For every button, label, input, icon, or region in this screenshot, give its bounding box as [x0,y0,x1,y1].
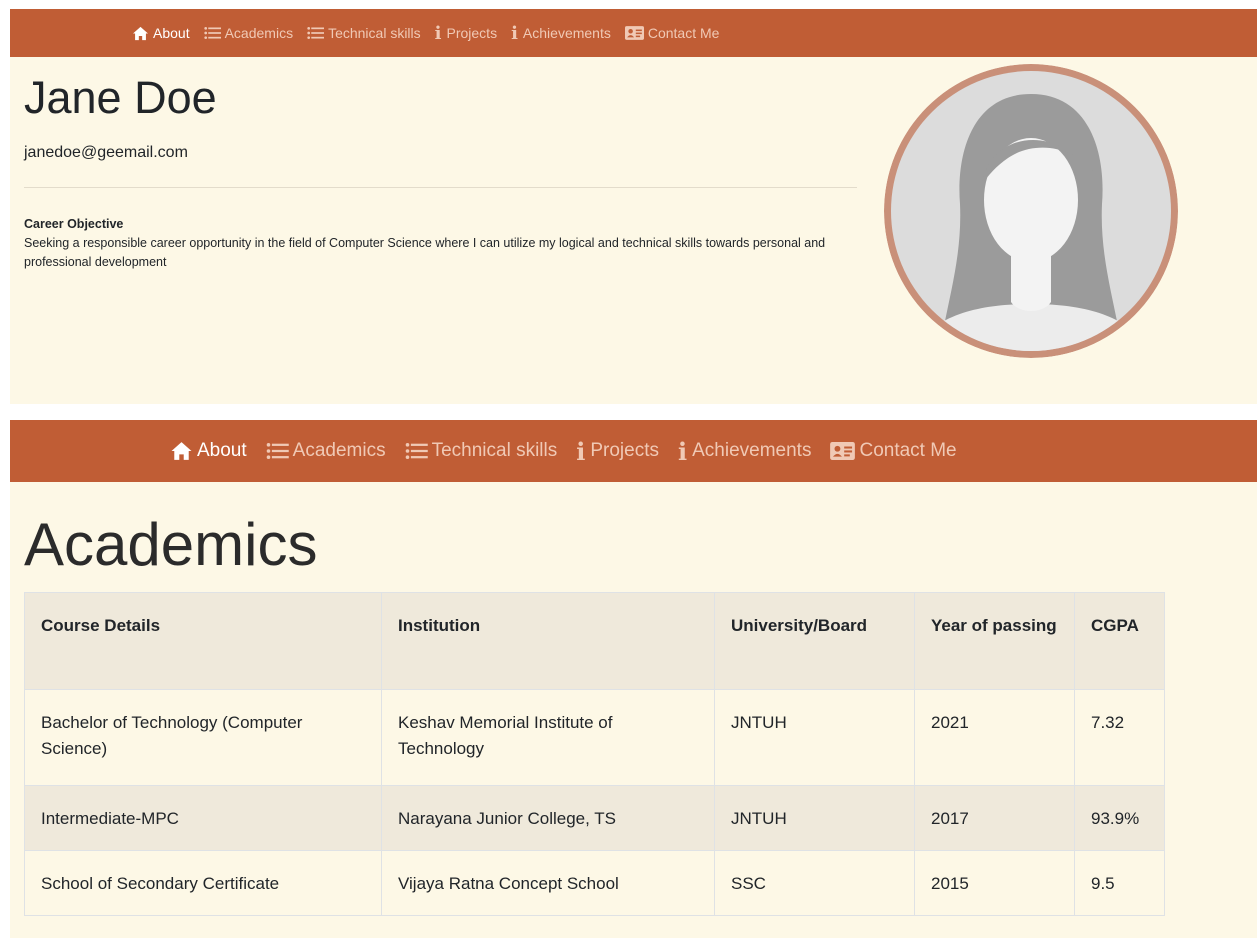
table-row: Intermediate-MPC Narayana Junior College… [24,785,1165,851]
career-objective-text: Seeking a responsible career opportunity… [24,236,826,269]
info-icon: i [576,436,586,466]
cell-board: SSC [714,850,915,916]
navbar: About Academics Technical skills i Proje… [10,420,1257,482]
table-row: School of Secondary Certificate Vijaya R… [24,850,1165,916]
list-icon [307,26,325,40]
column-header-course-details: Course Details [24,592,382,690]
nav-label-contact-me: Contact Me [647,25,720,41]
nav-item-technical-skills[interactable]: Technical skills [405,440,558,462]
navbar: About Academics Technical skills i Proje… [10,9,1257,57]
nav-links: About Academics Technical skills i Proje… [170,420,976,482]
cell-institution: Keshav Memorial Institute of Technology [381,689,715,786]
list-icon [203,26,221,40]
nav-label-academics: Academics [292,440,386,461]
column-header-institution: Institution [381,592,715,690]
divider [24,187,857,188]
nav-label-technical-skills: Technical skills [328,25,421,41]
nav-item-technical-skills[interactable]: Technical skills [307,25,421,41]
academics-section: About Academics Technical skills i Proje… [10,420,1257,938]
home-icon [171,442,192,460]
nav-label-about: About [153,25,190,41]
profile-avatar [884,64,1178,358]
nav-item-projects[interactable]: i Projects [435,23,497,44]
nav-label-achievements: Achievements [522,25,611,41]
cell-year: 2021 [914,689,1075,786]
nav-item-academics[interactable]: Academics [203,25,294,41]
info-icon: i [511,22,518,44]
contact-card-icon [624,26,644,40]
cell-course: School of Secondary Certificate [24,850,382,916]
list-icon [405,443,428,459]
cell-board: JNTUH [714,689,915,786]
nav-item-academics[interactable]: Academics [266,440,386,462]
nav-label-technical-skills: Technical skills [431,440,558,461]
nav-label-achievements: Achievements [692,440,812,461]
cell-institution: Narayana Junior College, TS [381,785,715,851]
column-header-year-of-passing: Year of passing [914,592,1075,690]
info-icon: i [434,22,442,44]
nav-item-projects[interactable]: i Projects [576,437,659,466]
nav-label-about: About [197,440,247,461]
nav-item-about[interactable]: About [170,440,247,462]
table-header-row: Course Details Institution University/Bo… [24,592,1165,690]
nav-item-about[interactable]: About [132,25,190,41]
nav-item-achievements[interactable]: i Achievements [511,23,611,44]
list-icon [266,443,289,459]
profile-name: Jane Doe [24,72,217,123]
cell-cgpa: 9.5 [1074,850,1165,916]
cell-year: 2017 [914,785,1075,851]
contact-card-icon [830,442,856,460]
about-section: About Academics Technical skills i Proje… [10,9,1257,404]
nav-label-projects: Projects [590,440,659,461]
nav-links: About Academics Technical skills i Proje… [132,9,733,57]
profile-email: janedoe@geemail.com [24,144,188,161]
nav-label-academics: Academics [224,25,294,41]
table-row: Bachelor of Technology (Computer Science… [24,689,1165,786]
cell-institution: Vijaya Ratna Concept School [381,850,715,916]
column-header-cgpa: CGPA [1074,592,1165,690]
nav-label-projects: Projects [446,25,498,41]
nav-item-contact-me[interactable]: Contact Me [624,25,720,41]
cell-cgpa: 7.32 [1074,689,1165,786]
cell-course: Intermediate-MPC [24,785,382,851]
info-icon: i [678,436,688,466]
column-header-university-board: University/Board [714,592,915,690]
nav-label-contact-me: Contact Me [859,440,957,461]
nav-item-contact-me[interactable]: Contact Me [830,440,957,462]
home-icon [133,26,148,40]
nav-item-achievements[interactable]: i Achievements [678,437,811,466]
cell-course: Bachelor of Technology (Computer Science… [24,689,382,786]
cell-year: 2015 [914,850,1075,916]
female-avatar-icon [884,64,1178,358]
academics-table: Course Details Institution University/Bo… [24,592,1165,916]
cell-cgpa: 93.9% [1074,785,1165,851]
academics-title: Academics [24,511,318,578]
career-objective-title: Career Objective [24,217,124,231]
cell-board: JNTUH [714,785,915,851]
